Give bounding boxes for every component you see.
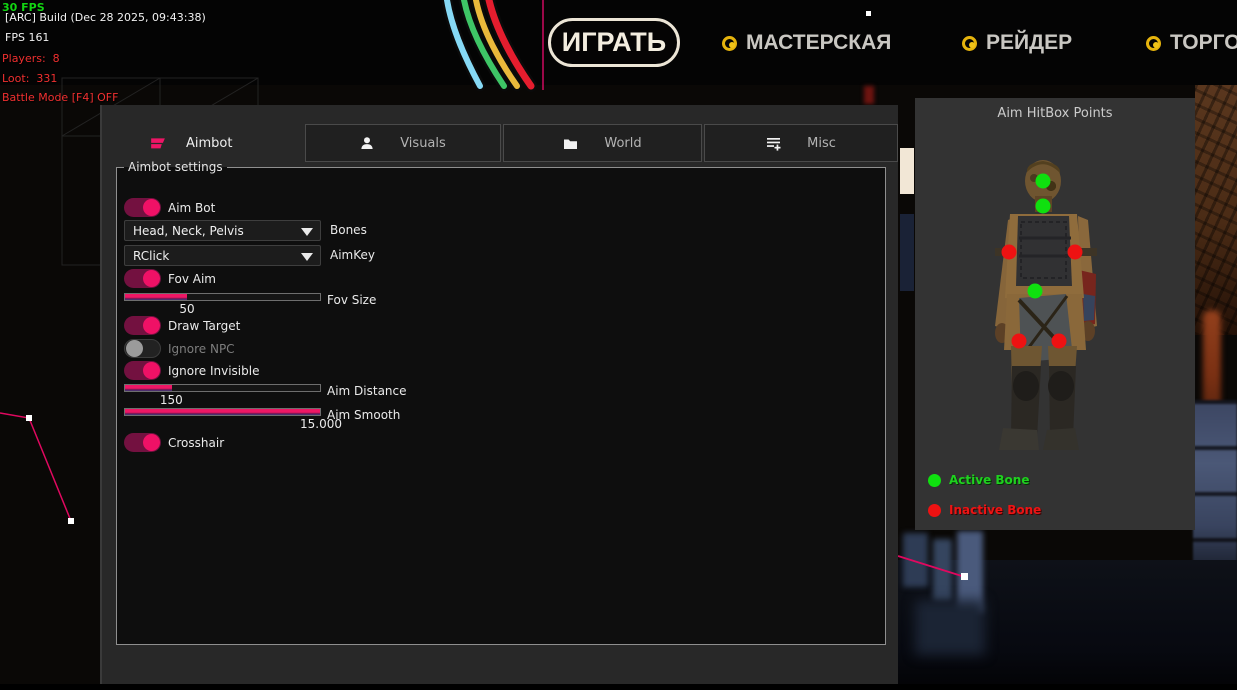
tab-aimbot[interactable]: Aimbot: [150, 124, 232, 162]
aim-bot-toggle[interactable]: [124, 198, 161, 217]
menu-item-label: РЕЙДЕР: [986, 31, 1072, 55]
coin-icon: [722, 36, 737, 51]
bones-label: Bones: [330, 223, 367, 237]
menu-item-label: ТОРГО: [1170, 31, 1237, 55]
background-blue-pane: [903, 533, 928, 587]
background-blue-pane: [915, 600, 985, 655]
bones-select[interactable]: Head, Neck, Pelvis: [124, 220, 321, 241]
draw-target-toggle[interactable]: [124, 316, 161, 335]
legend-inactive-bone: Inactive Bone: [928, 503, 1041, 517]
menu-item-raider[interactable]: РЕЙДЕР: [962, 30, 1072, 56]
aimkey-select-value: RClick: [133, 249, 169, 263]
legend-active-bone: Active Bone: [928, 473, 1029, 487]
fov-size-label: Fov Size: [327, 293, 376, 307]
hitbox-point-active: [1036, 174, 1051, 189]
aim-smooth-label: Aim Smooth: [327, 408, 400, 422]
tab-label: World: [604, 136, 641, 151]
tab-label: Visuals: [400, 136, 446, 151]
aimkey-select[interactable]: RClick: [124, 245, 321, 266]
inactive-bone-dot-icon: [928, 504, 941, 517]
screen: 30 FPS [ARC] Build (Dec 28 2025, 09:43:3…: [0, 0, 1237, 690]
background-menu-sliver: [900, 148, 914, 194]
aim-distance-slider[interactable]: [124, 384, 321, 392]
player-model: [915, 98, 1195, 530]
background-rock-texture: [1195, 85, 1237, 335]
chevron-down-icon: [301, 228, 313, 236]
ignore-npc-toggle[interactable]: [124, 339, 161, 358]
fov-size-slider[interactable]: [124, 293, 321, 301]
aim-smooth-value: 15.000: [124, 417, 321, 430]
background-bottom-strip: [0, 684, 1237, 690]
menu-item-workshop[interactable]: МАСТЕРСКАЯ: [722, 30, 891, 56]
aim-smooth-slider[interactable]: [124, 408, 321, 416]
fov-aim-toggle[interactable]: [124, 269, 161, 288]
hitbox-point-inactive: [1012, 334, 1027, 349]
crosshair-label: Crosshair: [168, 436, 224, 450]
hitbox-point-active: [1036, 199, 1051, 214]
hitbox-point-active: [1028, 284, 1043, 299]
draw-target-label: Draw Target: [168, 319, 240, 333]
section-title: Aimbot settings: [124, 160, 227, 174]
background-window: [1193, 400, 1237, 580]
hitbox-preview-panel: Aim HitBox Points: [915, 98, 1195, 530]
ignore-npc-label: Ignore NPC: [168, 342, 235, 356]
playlist-add-icon: [766, 136, 781, 151]
tab-visuals[interactable]: Visuals: [305, 124, 501, 162]
aimbot-flag-icon: [150, 137, 166, 150]
aimbot-settings-section: Aimbot settings Aim Bot Head, Neck, Pelv…: [116, 160, 886, 645]
aim-distance-label: Aim Distance: [327, 384, 407, 398]
tab-world[interactable]: World: [503, 124, 702, 162]
ignore-invisible-toggle[interactable]: [124, 361, 161, 380]
play-button[interactable]: ИГРАТЬ: [548, 18, 680, 67]
coin-icon: [962, 36, 977, 51]
build-label: [ARC] Build (Dec 28 2025, 09:43:38): [5, 11, 206, 24]
hitbox-point-inactive: [1068, 245, 1083, 260]
players-count-label: Players: 8: [2, 52, 60, 65]
aimkey-label: AimKey: [330, 248, 375, 262]
chevron-down-icon: [301, 253, 313, 261]
aim-bot-label: Aim Bot: [168, 201, 215, 215]
tab-label: Misc: [807, 136, 836, 151]
loot-count-label: Loot: 331: [2, 72, 57, 85]
background-red-smudge: [864, 86, 874, 104]
tab-misc[interactable]: Misc: [704, 124, 898, 162]
fov-size-value: 50: [124, 302, 321, 315]
background-menu-sliver: [900, 214, 914, 291]
battle-mode-label: Battle Mode [F4] OFF: [2, 91, 118, 104]
crosshair-toggle[interactable]: [124, 433, 161, 452]
menu-item-label: МАСТЕРСКАЯ: [746, 31, 891, 55]
fps-label: FPS 161: [5, 31, 49, 44]
ignore-invisible-label: Ignore Invisible: [168, 364, 259, 378]
hitbox-point-inactive: [1002, 245, 1017, 260]
bones-select-value: Head, Neck, Pelvis: [133, 224, 244, 238]
hitbox-point-inactive: [1052, 334, 1067, 349]
aim-distance-value: 150: [124, 393, 321, 406]
active-bone-dot-icon: [928, 474, 941, 487]
person-icon: [360, 136, 374, 150]
cheat-menu-panel: Aimbot Visuals World Misc: [100, 105, 898, 684]
tab-label: Aimbot: [186, 136, 232, 151]
folder-icon: [563, 137, 578, 150]
fov-aim-label: Fov Aim: [168, 272, 216, 286]
background-blue-pane: [933, 539, 952, 601]
coin-icon: [1146, 36, 1161, 51]
menu-item-trade[interactable]: ТОРГО: [1146, 30, 1237, 56]
